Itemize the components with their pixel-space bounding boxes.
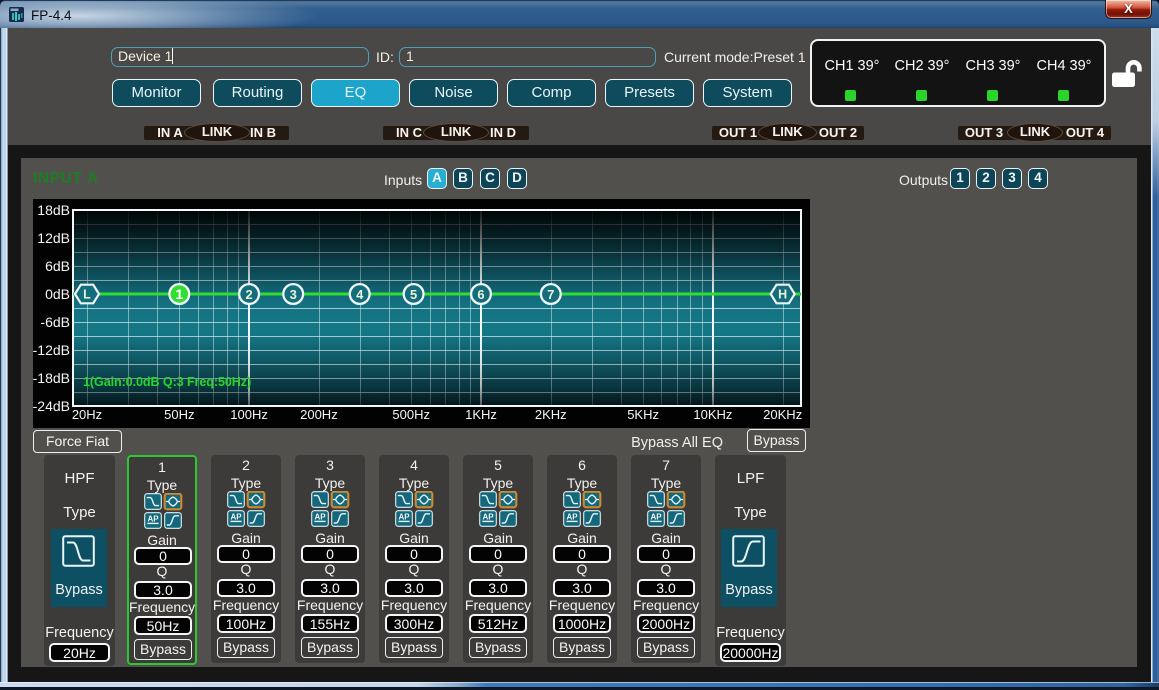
svg-text:AP: AP [314,513,326,522]
svg-text:20Hz: 20Hz [72,407,102,422]
svg-text:3: 3 [290,287,297,302]
svg-text:2: 2 [245,287,252,302]
svg-text:1KHz: 1KHz [465,407,497,422]
svg-text:-18dB: -18dB [33,370,70,386]
svg-text:7: 7 [547,287,554,302]
svg-text:6: 6 [477,287,484,302]
svg-text:1(Gain:0.0dB Q:3 Freq:50Hz): 1(Gain:0.0dB Q:3 Freq:50Hz) [83,375,251,389]
svg-text:6dB: 6dB [45,258,70,274]
svg-text:-6dB: -6dB [40,314,70,330]
svg-text:12dB: 12dB [37,230,70,246]
svg-text:-24dB: -24dB [33,398,70,414]
svg-text:2KHz: 2KHz [535,407,567,422]
svg-text:10KHz: 10KHz [693,407,732,422]
svg-text:20KHz: 20KHz [763,407,802,422]
svg-text:AP: AP [566,513,578,522]
svg-text:AP: AP [650,513,662,522]
svg-text:18dB: 18dB [37,202,70,218]
svg-text:4: 4 [356,287,364,302]
svg-text:1: 1 [175,286,183,302]
svg-text:50Hz: 50Hz [164,407,194,422]
svg-text:500Hz: 500Hz [392,407,430,422]
svg-text:100Hz: 100Hz [230,407,268,422]
svg-text:-12dB: -12dB [33,342,70,358]
svg-text:AP: AP [398,513,410,522]
svg-text:L: L [83,288,91,302]
svg-text:200Hz: 200Hz [300,407,338,422]
svg-text:AP: AP [230,513,242,522]
svg-text:H: H [778,288,787,302]
svg-text:5: 5 [410,287,417,302]
svg-text:5KHz: 5KHz [627,407,659,422]
svg-text:AP: AP [482,513,494,522]
svg-text:AP: AP [147,515,159,524]
svg-text:0dB: 0dB [45,286,70,302]
